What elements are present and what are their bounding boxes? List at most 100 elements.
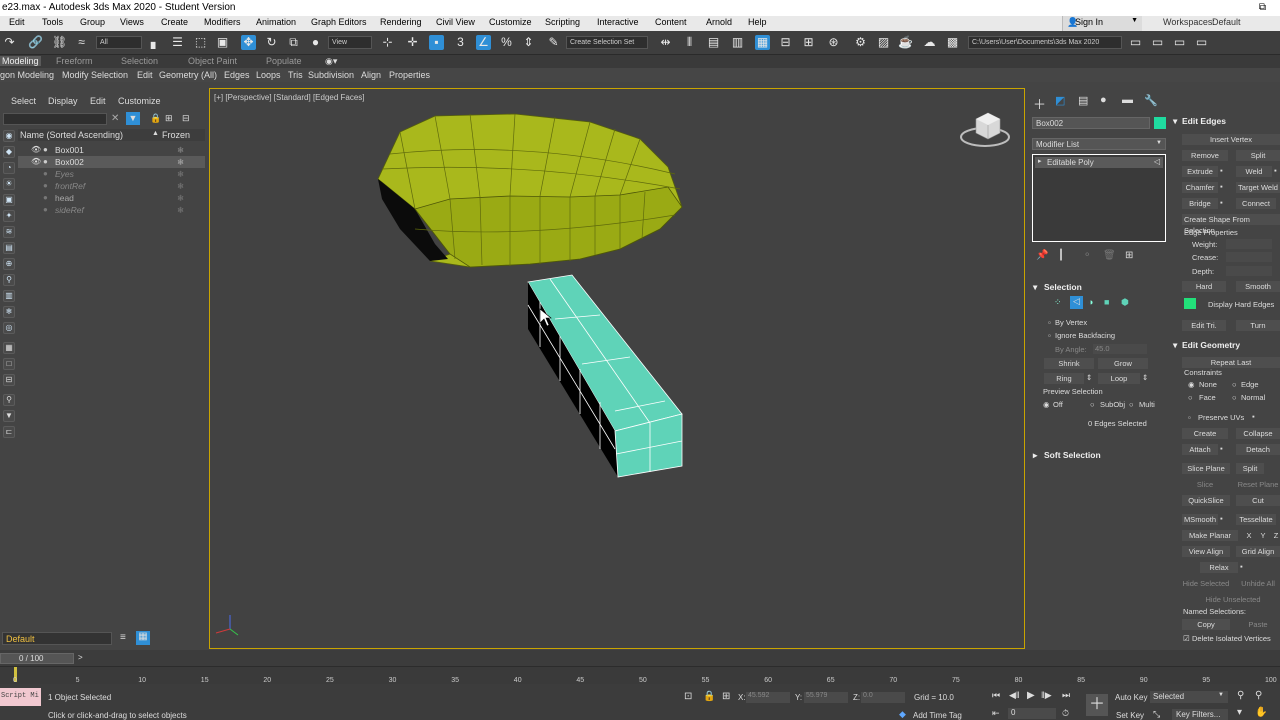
grow-button[interactable]: Grow (1098, 358, 1148, 369)
bridge-settings-icon[interactable]: ▪ (1220, 198, 1223, 207)
ribbon-geometry-all[interactable]: Geometry (All) (159, 70, 217, 80)
frozen-icon[interactable]: ❄ (177, 144, 184, 156)
layer-icon[interactable]: ⊟ (182, 113, 190, 124)
rect-selection-icon[interactable]: ⬚ (193, 35, 208, 50)
percent-snap-icon[interactable]: % (499, 35, 514, 50)
edit-named-selection-icon[interactable]: ✎ (546, 35, 561, 50)
view-align-button[interactable]: View Align (1182, 546, 1230, 557)
stack-item[interactable]: ▸ Editable Poly ◁ (1035, 157, 1163, 168)
scene-menu-edit[interactable]: Edit (90, 96, 106, 106)
split-geometry-button[interactable]: Split (1236, 463, 1264, 474)
render-production-icon[interactable]: ☕ (898, 35, 913, 50)
loop-spinner[interactable]: ⇕ (1142, 373, 1148, 382)
make-unique-icon[interactable]: ⚬ (1083, 250, 1091, 261)
scene-row[interactable]: 👁 ● Box001 ❄ (18, 144, 205, 156)
pan-icon[interactable]: ✋ (1255, 707, 1267, 718)
scene-row[interactable]: ● Eyes ❄ (18, 168, 205, 180)
create-tab-icon[interactable]: ＋ (1033, 94, 1046, 113)
menu-rendering[interactable]: Rendering (380, 17, 422, 27)
ribbon-edit[interactable]: Edit (137, 70, 153, 80)
place-icon[interactable]: ● (308, 35, 323, 50)
select-manipulate-icon[interactable]: ✛ (405, 35, 420, 50)
configure-modifier-sets-icon[interactable]: ⊞ (1125, 250, 1133, 261)
ribbon-modify-selection[interactable]: Modify Selection (62, 70, 128, 80)
weld-settings-icon[interactable]: ▪ (1274, 166, 1277, 175)
clear-search-icon[interactable]: ✕ (111, 113, 119, 124)
display-none-icon[interactable]: ◉ (3, 130, 15, 142)
attach-button[interactable]: Attach (1182, 444, 1218, 455)
isolate-selection-icon[interactable]: ⊡ (684, 691, 692, 702)
ribbon-toggle-icon[interactable]: ▦ (755, 35, 770, 50)
ribbon-tab-object-paint[interactable]: Object Paint (188, 56, 237, 66)
filter-list-icon[interactable]: ▼ (3, 410, 15, 422)
render-setup-icon[interactable]: ⚙ (853, 35, 868, 50)
shrink-button[interactable]: Shrink (1044, 358, 1094, 369)
chamfer-settings-icon[interactable]: ▪ (1220, 182, 1223, 191)
scene-menu-display[interactable]: Display (48, 96, 78, 106)
split-edges-button[interactable]: Split (1236, 150, 1280, 161)
auto-key-button[interactable]: Auto Key (1115, 693, 1147, 702)
modify-tab-icon[interactable]: ◩ (1055, 94, 1065, 107)
display-hard-edges-label[interactable]: Display Hard Edges (1208, 300, 1274, 309)
soft-selection-toggle[interactable]: ▸ (1033, 450, 1037, 461)
reference-coordinate-dropdown[interactable]: View (328, 36, 372, 49)
menu-civil-view[interactable]: Civil View (436, 17, 475, 27)
slice-plane-button[interactable]: Slice Plane (1182, 463, 1230, 474)
preview-subobj-radio[interactable]: ○ (1090, 400, 1095, 409)
msmooth-button[interactable]: MSmooth (1182, 514, 1218, 525)
display-tab-icon[interactable]: ▬ (1122, 94, 1133, 106)
menu-animation[interactable]: Animation (256, 17, 296, 27)
quickslice-button[interactable]: QuickSlice (1182, 495, 1230, 506)
extrude-button[interactable]: Extrude (1182, 166, 1218, 177)
menu-scripting[interactable]: Scripting (545, 17, 580, 27)
weight-spinner[interactable] (1226, 239, 1272, 249)
display-geometry-icon[interactable]: ◆ (3, 146, 15, 158)
selection-filter-dropdown[interactable]: All (96, 36, 142, 49)
slice-button[interactable]: Slice (1182, 479, 1228, 490)
menu-create[interactable]: Create (161, 17, 188, 27)
project-folder-path[interactable]: C:\Users\User\Documents\3ds Max 2020 (968, 36, 1122, 49)
absolute-mode-icon[interactable]: ⊞ (722, 691, 730, 702)
hard-edge-color-swatch[interactable] (1184, 298, 1196, 309)
unhide-all-button[interactable]: Unhide All (1236, 578, 1280, 589)
spinner-snap-icon[interactable]: ⇕ (521, 35, 536, 50)
smooth-button[interactable]: Smooth (1236, 281, 1280, 292)
relax-settings-icon[interactable]: ▪ (1240, 562, 1243, 571)
frozen-icon[interactable]: ❄ (177, 180, 184, 192)
scene-menu-select[interactable]: Select (11, 96, 36, 106)
set-project-folder-icon[interactable]: ▭ (1150, 35, 1165, 50)
expand-icon[interactable]: ▸ (1038, 157, 1042, 165)
scene-search-input[interactable] (3, 113, 107, 125)
column-frozen-header[interactable]: Frozen (162, 130, 190, 140)
display-frozen-icon[interactable]: ❄ (3, 306, 15, 318)
preview-off-radio[interactable]: ◉ (1043, 400, 1050, 409)
detach-button[interactable]: Detach (1236, 444, 1280, 455)
eye-icon[interactable]: 👁 (31, 156, 41, 168)
scene-row[interactable]: ● sideRef ❄ (18, 204, 205, 216)
ribbon-tris[interactable]: Tris (288, 70, 303, 80)
relax-button[interactable]: Relax (1200, 562, 1238, 573)
edit-geometry-toggle[interactable]: ▾ (1173, 340, 1177, 351)
border-mode-icon[interactable]: ◑ (1088, 297, 1093, 307)
reset-plane-button[interactable]: Reset Plane (1236, 479, 1280, 490)
z-coordinate-field[interactable]: 0.0 (861, 692, 905, 703)
edit-tri-button[interactable]: Edit Tri. (1182, 320, 1226, 331)
frozen-icon[interactable]: ❄ (177, 204, 184, 216)
remove-button[interactable]: Remove (1182, 150, 1228, 161)
insert-vertex-button[interactable]: Insert Vertex (1182, 134, 1280, 145)
column-name-header[interactable]: Name (Sorted Ascending) (20, 130, 123, 140)
go-to-end-icon[interactable]: ⏭ (1062, 690, 1070, 701)
preview-multi-radio[interactable]: ○ (1129, 400, 1134, 409)
ribbon-loops[interactable]: Loops (256, 70, 281, 80)
open-folder-icon[interactable]: ▭ (1128, 35, 1143, 50)
display-groups-icon[interactable]: ▤ (3, 242, 15, 254)
weld-button[interactable]: Weld (1236, 166, 1272, 177)
constraint-edge-radio[interactable]: ○ (1232, 380, 1237, 389)
scene-explorer-icon[interactable]: ▤ (706, 35, 721, 50)
ring-button[interactable]: Ring (1044, 373, 1084, 384)
snaps-toggle-icon[interactable]: 3 (453, 35, 468, 50)
next-frame-arrow-icon[interactable]: > (78, 653, 83, 662)
planar-z-button[interactable]: Z (1272, 530, 1280, 541)
preserve-uvs-checkbox[interactable]: ▫ (1188, 413, 1191, 422)
display-spacewarps-icon[interactable]: ≋ (3, 226, 15, 238)
